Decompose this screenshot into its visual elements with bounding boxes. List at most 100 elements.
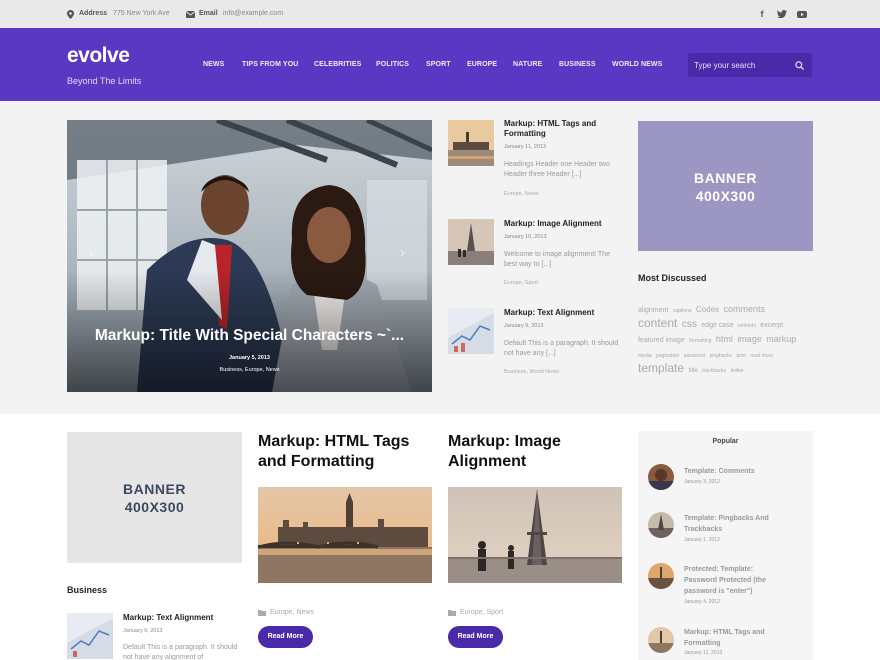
nav-item-news[interactable]: NEWS bbox=[203, 61, 224, 68]
article-title[interactable]: Markup: HTML Tags and Formatting bbox=[258, 432, 428, 472]
nav-item-politics[interactable]: POLITICS bbox=[376, 61, 409, 68]
popular-widget-title: Popular bbox=[712, 438, 739, 445]
tag-link[interactable]: edge case bbox=[701, 322, 733, 329]
nav-item-nature[interactable]: NATURE bbox=[513, 61, 542, 68]
london-thumbnail-image bbox=[448, 120, 494, 166]
banner-ad[interactable]: BANNER 400X300 bbox=[67, 432, 242, 563]
tag-link[interactable]: pagination bbox=[656, 353, 679, 359]
search-icon[interactable] bbox=[795, 61, 804, 70]
banner-ad[interactable]: BANNER 400X300 bbox=[638, 121, 813, 251]
nav-item-world-news[interactable]: WORLD NEWS bbox=[612, 61, 662, 68]
map-pin-icon bbox=[67, 10, 74, 19]
banner-line1: BANNER bbox=[123, 481, 186, 497]
slider-next-icon[interactable]: › bbox=[400, 244, 405, 260]
tag-link[interactable]: captions bbox=[673, 308, 692, 314]
folder-icon bbox=[448, 610, 456, 616]
tag-cloud: alignment captions Codex comments conten… bbox=[638, 302, 818, 377]
popular-thumbnail[interactable] bbox=[648, 464, 674, 490]
slider-prev-icon[interactable]: ‹ bbox=[89, 244, 94, 260]
tag-link[interactable]: html bbox=[716, 334, 733, 344]
youtube-icon[interactable] bbox=[797, 9, 807, 19]
article-title[interactable]: Markup: Image Alignment bbox=[448, 432, 618, 472]
search-input[interactable] bbox=[694, 57, 790, 73]
twitter-icon[interactable] bbox=[777, 10, 787, 18]
email-value[interactable]: info@example.com bbox=[223, 10, 283, 17]
post-thumbnail[interactable] bbox=[448, 219, 494, 265]
article-categories[interactable]: Europe, News bbox=[270, 609, 314, 616]
banner-line2: 400X300 bbox=[695, 188, 756, 204]
tag-link[interactable]: css bbox=[682, 319, 697, 330]
tag-link[interactable]: Codex bbox=[696, 305, 719, 314]
tag-link[interactable]: trackbacks bbox=[702, 368, 726, 374]
business-post-title[interactable]: Markup: Text Alignment bbox=[123, 613, 213, 623]
folder-icon bbox=[258, 610, 266, 616]
search-box bbox=[688, 53, 812, 77]
post-thumbnail[interactable] bbox=[448, 120, 494, 166]
post-thumbnail[interactable] bbox=[448, 308, 494, 354]
popular-thumbnail[interactable] bbox=[648, 563, 674, 589]
slider-categories[interactable]: Business, Europe, News bbox=[67, 367, 432, 373]
site-logo[interactable]: evolve bbox=[67, 44, 130, 68]
recent-post-categories[interactable]: Europe, News bbox=[504, 191, 539, 197]
article-image[interactable] bbox=[448, 487, 622, 583]
recent-post-title[interactable]: Markup: Text Alignment bbox=[504, 308, 619, 318]
slider-image bbox=[67, 120, 432, 392]
top-bar: Address 775 New York Ave Email info@exam… bbox=[0, 0, 880, 28]
recent-post-title[interactable]: Markup: HTML Tags and Formatting bbox=[504, 119, 619, 139]
sunset-image bbox=[648, 563, 674, 589]
popular-thumbnail[interactable] bbox=[648, 627, 674, 653]
article-image[interactable] bbox=[258, 487, 432, 583]
popular-post-title[interactable]: Template: Comments bbox=[684, 466, 799, 477]
post-thumbnail[interactable] bbox=[67, 613, 113, 659]
tag-link[interactable]: content bbox=[638, 316, 677, 330]
popular-post-title[interactable]: Template: Pingbacks And Trackbacks bbox=[684, 513, 799, 535]
nav-item-celebrities[interactable]: CELEBRITIES bbox=[314, 61, 361, 68]
tag-link[interactable]: markup bbox=[766, 334, 796, 344]
recent-post-title[interactable]: Markup: Image Alignment bbox=[504, 219, 619, 229]
recent-post-date: January 9, 2013 bbox=[504, 323, 544, 329]
tag-link[interactable]: pingbacks bbox=[709, 353, 732, 359]
recent-post-date: January 10, 2013 bbox=[504, 234, 547, 240]
tag-link[interactable]: featured image bbox=[638, 337, 685, 344]
tag-link[interactable]: post bbox=[736, 353, 745, 359]
popular-post-title[interactable]: Protected: Template: Password Protected … bbox=[684, 564, 784, 597]
nav-item-tips-from-you[interactable]: TIPS FROM YOU bbox=[242, 61, 298, 68]
tag-link[interactable]: media bbox=[638, 353, 652, 359]
address-value: 775 New York Ave bbox=[113, 10, 170, 17]
tag-link[interactable]: formatting bbox=[689, 338, 711, 344]
charts-thumbnail-image bbox=[67, 613, 113, 659]
nav-item-europe[interactable]: EUROPE bbox=[467, 61, 497, 68]
tag-link[interactable]: comments bbox=[723, 304, 765, 314]
tag-link[interactable]: image bbox=[737, 334, 762, 344]
tag-link[interactable]: password bbox=[684, 353, 705, 359]
article-categories[interactable]: Europe, Sport bbox=[460, 609, 503, 616]
eiffel-thumbnail-image bbox=[448, 219, 494, 265]
nav-item-business[interactable]: BUSINESS bbox=[559, 61, 596, 68]
popular-thumbnail[interactable] bbox=[648, 512, 674, 538]
recent-post-date: January 11, 2013 bbox=[504, 144, 547, 150]
read-more-button[interactable]: Read More bbox=[448, 626, 503, 648]
avatar-image bbox=[648, 464, 674, 490]
recent-post-categories[interactable]: Business, World News bbox=[504, 369, 559, 375]
tag-link[interactable]: template bbox=[638, 361, 684, 375]
slider-date: January 5, 2013 bbox=[229, 355, 270, 361]
recent-post-categories[interactable]: Europe, Sport bbox=[504, 280, 538, 286]
tag-link[interactable]: read more bbox=[750, 353, 773, 359]
address-label: Address bbox=[79, 10, 108, 17]
facebook-icon[interactable]: f bbox=[756, 9, 768, 19]
popular-post-date: January 1, 2012 bbox=[684, 537, 720, 543]
featured-slider[interactable]: ‹ › Markup: Title With Special Character… bbox=[67, 120, 432, 392]
recent-post-excerpt: Default This is a paragraph. It should n… bbox=[504, 340, 619, 357]
site-tagline: Beyond The Limits bbox=[67, 76, 142, 86]
tag-link[interactable]: title bbox=[688, 368, 697, 374]
nav-item-sport[interactable]: SPORT bbox=[426, 61, 451, 68]
tag-link[interactable]: alignment bbox=[638, 307, 668, 314]
read-more-button[interactable]: Read More bbox=[258, 626, 313, 648]
slider-title[interactable]: Markup: Title With Special Characters ~`… bbox=[67, 327, 432, 345]
tag-link[interactable]: excerpt bbox=[760, 322, 783, 329]
recent-post-excerpt: Welcome to image alignment! The best way… bbox=[504, 251, 610, 268]
tag-link[interactable]: embeds bbox=[738, 323, 756, 329]
tag-link[interactable]: twitter bbox=[731, 368, 744, 374]
popular-post-title[interactable]: Markup: HTML Tags and Formatting bbox=[684, 627, 784, 649]
london-image bbox=[258, 487, 432, 583]
